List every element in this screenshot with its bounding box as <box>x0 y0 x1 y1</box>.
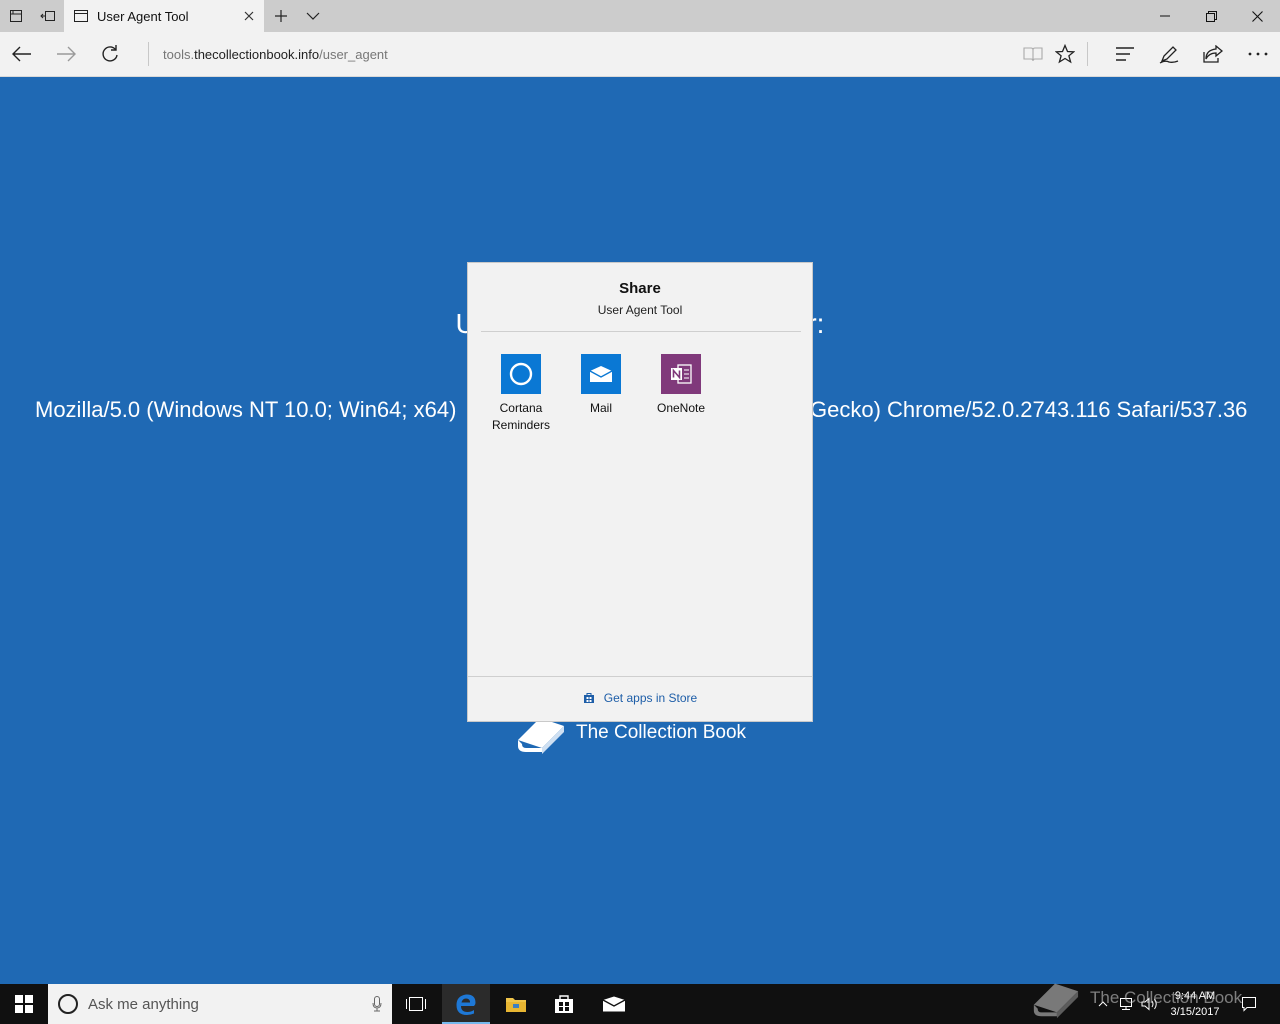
cortana-icon <box>501 354 541 394</box>
tab-title: User Agent Tool <box>97 8 189 24</box>
share-title: Share <box>619 280 661 297</box>
store-taskbar-icon[interactable] <box>540 984 588 1024</box>
user-agent-left: Mozilla/5.0 (Windows NT 10.0; Win64; x64… <box>35 397 457 422</box>
app-label: Mail <box>589 401 612 415</box>
share-app-onenote[interactable]: OneNote <box>641 354 721 417</box>
tab-bar: User Agent Tool <box>0 0 1280 32</box>
close-window-icon[interactable] <box>1234 0 1280 32</box>
address-bar-row: tools. thecollectionbook.info/user_agent <box>0 32 1280 77</box>
taskbar-clock[interactable]: 9:44 AM 3/15/2017 <box>1165 988 1225 1020</box>
windows-logo-icon <box>15 995 33 1013</box>
new-tab-icon[interactable] <box>266 0 296 32</box>
share-icon[interactable] <box>1191 32 1235 76</box>
mail-icon <box>581 354 621 394</box>
user-agent-right: Gecko) Chrome/52.0.2743.116 Safari/537.3… <box>810 397 1248 422</box>
app-label: OneNote <box>656 401 706 415</box>
url-domain: thecollectionbook.info <box>194 46 320 62</box>
share-dialog: Share User Agent Tool Cortana Reminders … <box>467 262 813 722</box>
action-center-icon[interactable] <box>1234 984 1264 1024</box>
address-separator <box>148 42 149 66</box>
share-app-cortana-reminders[interactable]: Cortana Reminders <box>481 354 561 434</box>
hub-icon[interactable] <box>1103 32 1147 76</box>
file-explorer-icon[interactable] <box>492 984 540 1024</box>
tab-list-chevron-icon[interactable] <box>298 0 328 32</box>
edge-taskbar-icon[interactable] <box>442 984 490 1024</box>
cortana-search-box[interactable]: Ask me anything <box>48 984 392 1024</box>
share-subtitle: User Agent Tool <box>597 303 683 317</box>
page-icon <box>72 8 90 24</box>
close-tab-icon[interactable] <box>234 0 264 32</box>
clock-date: 3/15/2017 <box>1170 1006 1220 1018</box>
web-note-pen-icon[interactable] <box>1147 32 1191 76</box>
share-app-mail[interactable]: Mail <box>561 354 641 417</box>
start-button[interactable] <box>0 984 48 1024</box>
microphone-icon[interactable] <box>362 996 392 1012</box>
search-placeholder: Ask me anything <box>88 995 199 1013</box>
tab-preview-icon[interactable] <box>0 0 32 32</box>
onenote-icon <box>661 354 701 394</box>
url-path: /user_agent <box>319 46 388 62</box>
refresh-button[interactable] <box>88 32 132 76</box>
toolbar-separator <box>1087 42 1088 66</box>
taskbar: Ask me anything 9:44 AM 3/15/2017 <box>0 984 1280 1024</box>
volume-icon[interactable] <box>1139 984 1161 1024</box>
clock-time: 9:44 AM <box>1174 990 1216 1002</box>
more-menu-icon[interactable] <box>1236 32 1280 76</box>
store-bag-icon <box>583 692 595 704</box>
brand-name: The Collection Book <box>576 722 747 743</box>
share-divider <box>481 331 801 332</box>
active-tab[interactable]: User Agent Tool <box>64 0 264 32</box>
network-icon[interactable] <box>1115 984 1137 1024</box>
favorite-star-icon[interactable] <box>1043 32 1087 76</box>
store-link-label: Get apps in Store <box>603 691 698 705</box>
restore-icon[interactable] <box>1188 0 1234 32</box>
back-button[interactable] <box>0 32 44 76</box>
forward-button[interactable] <box>44 32 88 76</box>
task-view-icon[interactable] <box>392 984 440 1024</box>
share-footer-divider <box>468 676 812 677</box>
mail-taskbar-icon[interactable] <box>590 984 638 1024</box>
minimize-icon[interactable] <box>1142 0 1188 32</box>
address-field[interactable]: tools. thecollectionbook.info/user_agent <box>163 32 388 76</box>
app-label: Cortana Reminders <box>491 401 551 432</box>
url-prefix: tools. <box>163 46 195 62</box>
set-aside-tabs-icon[interactable] <box>32 0 64 32</box>
show-hidden-icons-chevron-icon[interactable] <box>1094 984 1112 1024</box>
cortana-ring-icon <box>58 994 78 1014</box>
get-apps-in-store-link[interactable]: Get apps in Store <box>468 691 812 705</box>
